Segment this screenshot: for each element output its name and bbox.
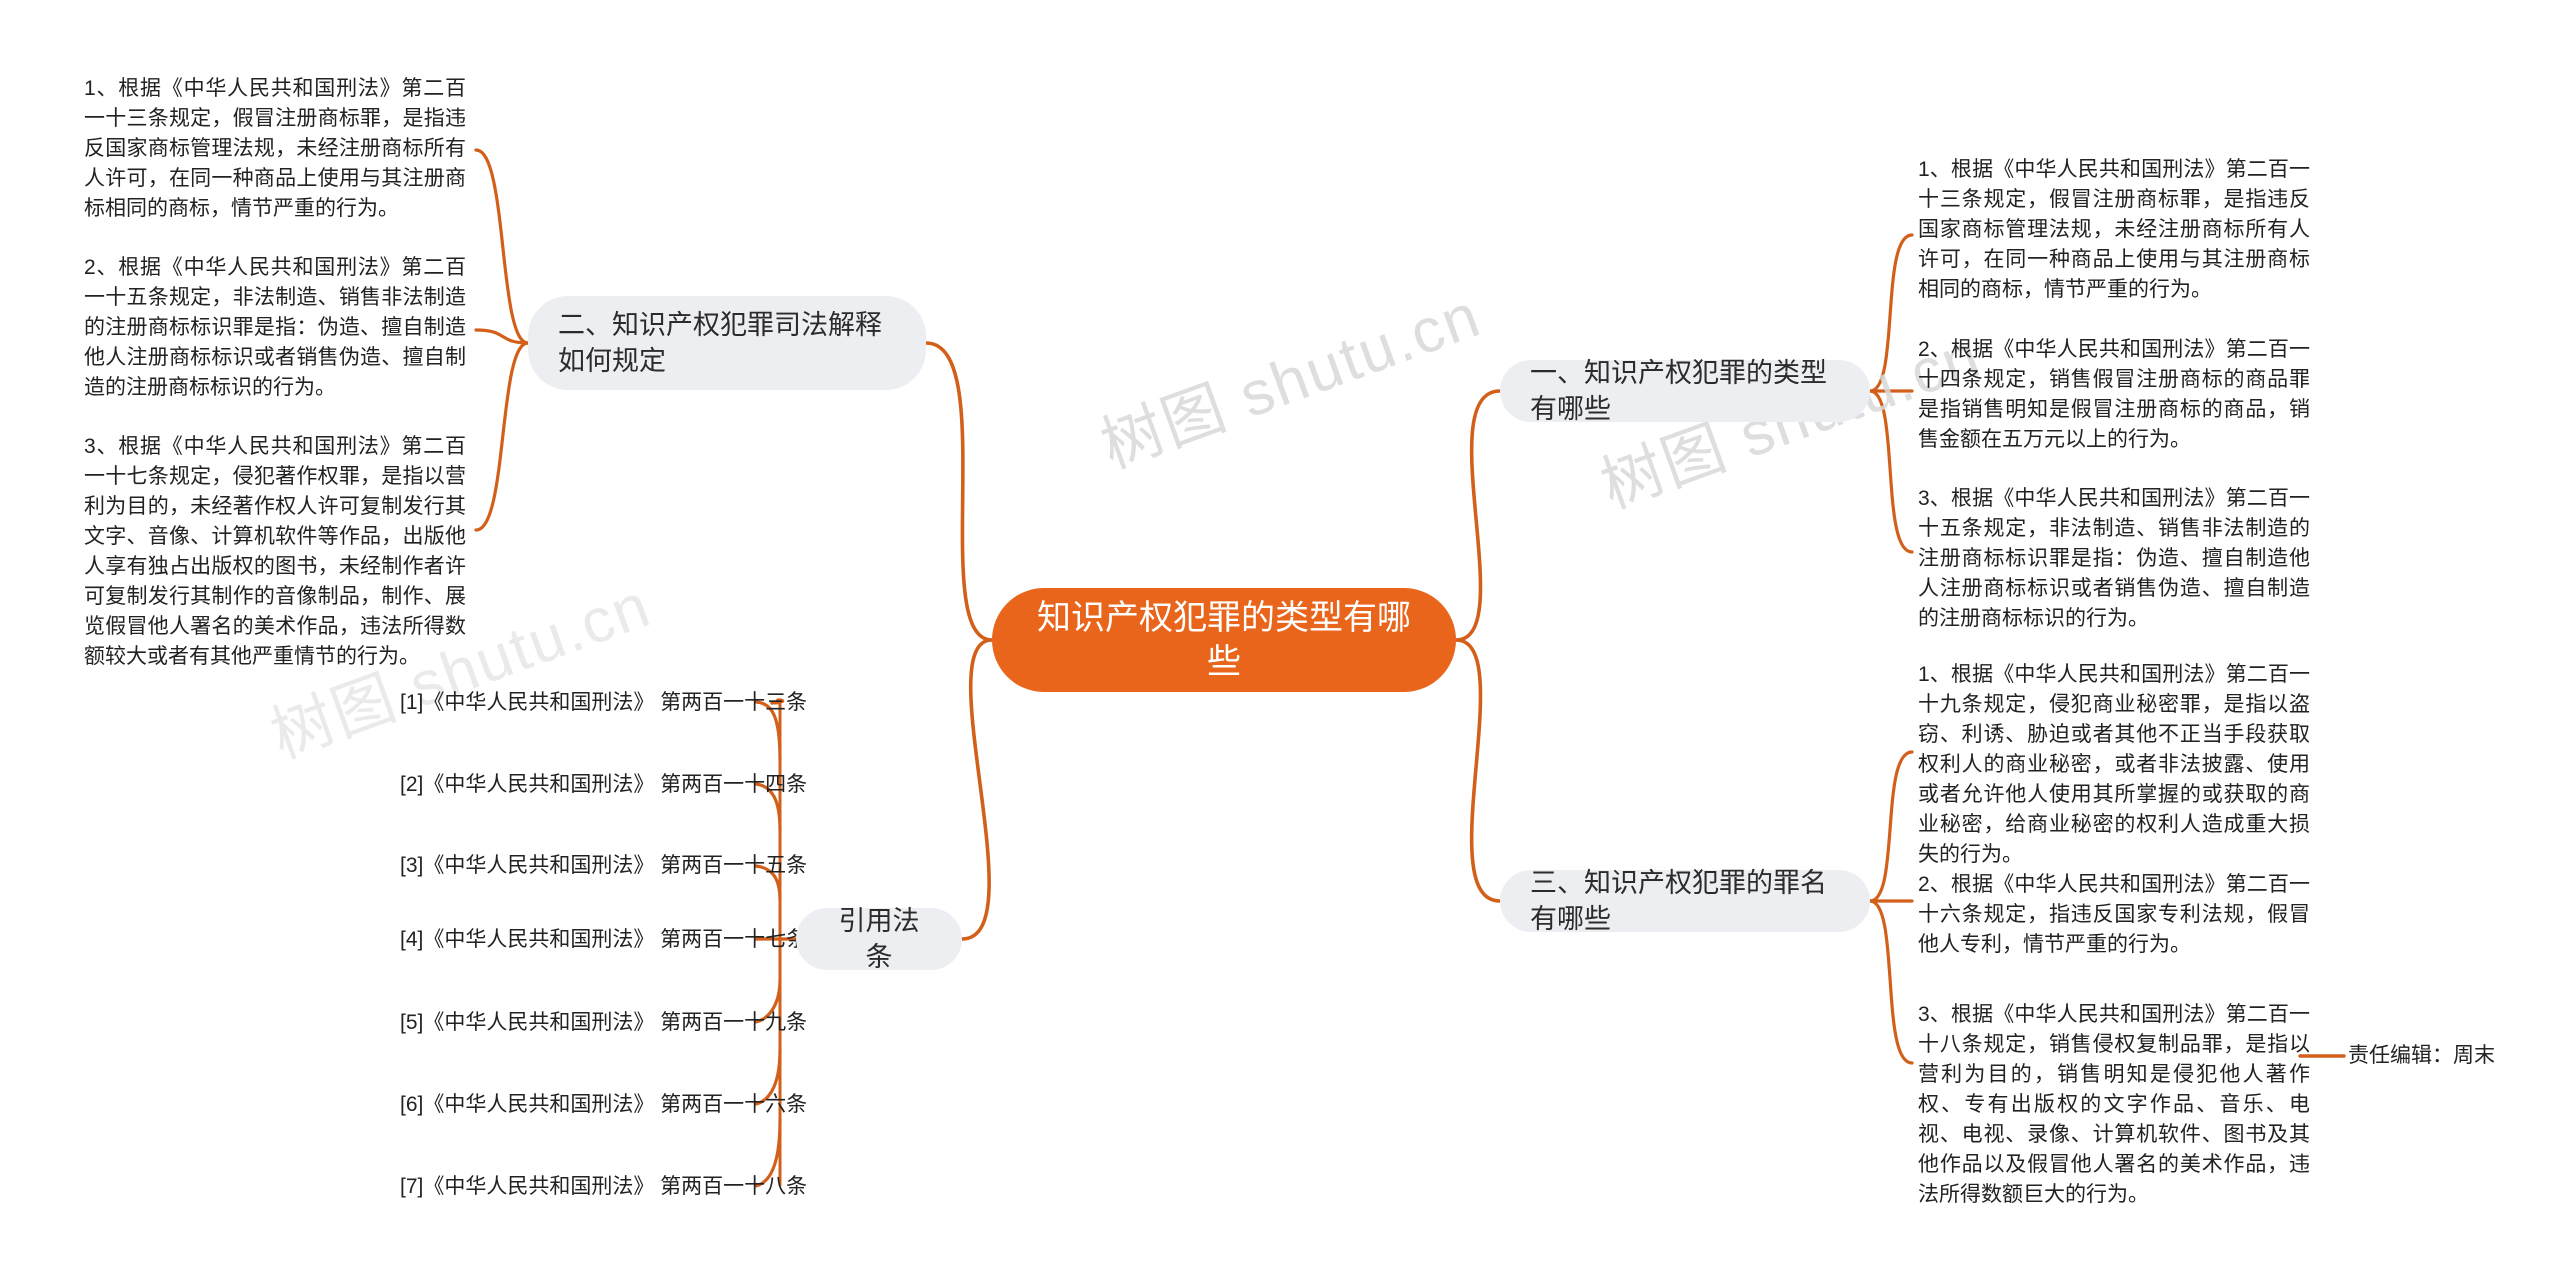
judicial-item-1: 1、根据《中华人民共和国刑法》第二百一十三条规定，假冒注册商标罪，是指违反国家商… (84, 77, 466, 220)
citation-item: [3]《中华人民共和国刑法》 第两百一十五条 (400, 854, 808, 877)
charge-item-1: 1、根据《中华人民共和国刑法》第二百一十九条规定，侵犯商业秘密罪，是指以盗窃、利… (1918, 663, 2310, 866)
citation-item: [5]《中华人民共和国刑法》 第两百一十九条 (400, 1011, 808, 1034)
mindmap-canvas: 树图 shutu.cn 树图 shutu.cn 树图 shutu.cn 知识产权… (0, 0, 2560, 1281)
charge-item-3: 3、根据《中华人民共和国刑法》第二百一十八条规定，销售侵权复制品罪，是指以营利为… (1918, 1003, 2310, 1206)
citation-item: [6]《中华人民共和国刑法》 第两百一十六条 (400, 1093, 808, 1116)
citation-item: [2]《中华人民共和国刑法》 第两百一十四条 (400, 773, 808, 796)
branch-node-crime-types[interactable]: 一、知识产权犯罪的类型有哪些 (1500, 358, 1870, 424)
center-topic-node[interactable]: 知识产权犯罪的类型有哪些 (992, 588, 1456, 692)
branch-node-cited-laws[interactable]: 引用法条 (796, 906, 962, 972)
charge-item-2: 2、根据《中华人民共和国刑法》第二百一十六条规定，指违反国家专利法规，假冒他人专… (1918, 873, 2310, 956)
citation-item: [7]《中华人民共和国刑法》 第两百一十八条 (400, 1175, 808, 1198)
watermark-text: 树图 shutu.cn (1092, 280, 1490, 482)
crime-type-item-3: 3、根据《中华人民共和国刑法》第二百一十五条规定，非法制造、销售非法制造的注册商… (1918, 487, 2310, 630)
crime-type-item-2: 2、根据《中华人民共和国刑法》第二百一十四条规定，销售假冒注册商标的商品罪是指销… (1918, 338, 2310, 451)
branch-node-charge-names[interactable]: 三、知识产权犯罪的罪名有哪些 (1500, 868, 1870, 934)
judicial-item-2: 2、根据《中华人民共和国刑法》第二百一十五条规定，非法制造、销售非法制造的注册商… (84, 256, 466, 399)
citation-item: [1]《中华人民共和国刑法》 第两百一十三条 (400, 691, 808, 714)
editor-credit: 责任编辑：周末 (2348, 1044, 2495, 1067)
crime-type-item-1: 1、根据《中华人民共和国刑法》第二百一十三条规定，假冒注册商标罪，是指违反国家商… (1918, 158, 2310, 301)
branch-node-judicial-interpretation[interactable]: 二、知识产权犯罪司法解释如何规定 (528, 296, 926, 390)
judicial-item-3: 3、根据《中华人民共和国刑法》第二百一十七条规定，侵犯著作权罪，是指以营利为目的… (84, 435, 466, 668)
citation-item: [4]《中华人民共和国刑法》 第两百一十七条 (400, 928, 808, 951)
